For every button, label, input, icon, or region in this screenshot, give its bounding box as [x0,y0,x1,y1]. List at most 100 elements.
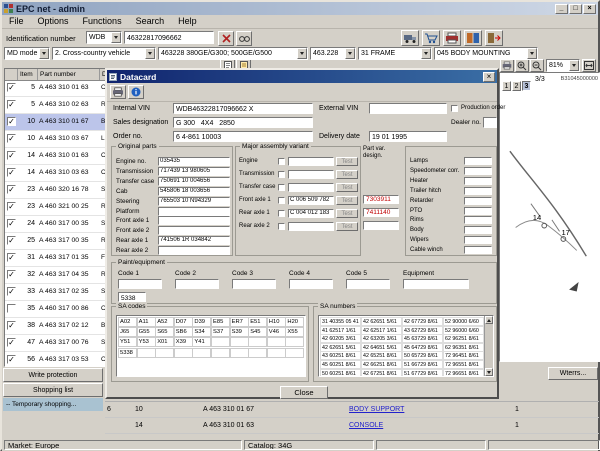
print-button[interactable] [443,30,461,46]
code-5-field[interactable] [346,279,390,289]
row-checkbox[interactable]: ✓ [7,100,16,109]
page-button-1[interactable]: 1 [502,81,511,91]
type-combo[interactable]: 463.228 [310,47,356,60]
dropdown-button[interactable] [145,48,155,59]
paint-code-value-field[interactable]: 5338 [118,292,146,302]
table-row[interactable]: ✓10A 463 310 03 67LE [5,131,106,148]
row-checkbox[interactable]: ✓ [7,355,16,364]
part-var-field-3[interactable]: 7303911 [363,195,399,204]
dropdown-button[interactable] [39,48,49,59]
datacard-close-icon[interactable]: × [483,71,495,82]
part-var-field-5[interactable] [363,221,399,230]
code-1-field[interactable] [118,279,162,289]
rear-axle-1-test-button[interactable]: Test [336,209,358,218]
rims-field[interactable] [464,216,492,225]
front-axle-1-test-button[interactable]: Test [336,196,358,205]
equipment-field[interactable] [403,279,469,289]
dealer-no-field[interactable] [483,117,497,128]
row-checkbox[interactable]: ✓ [7,236,16,245]
table-row[interactable]: ✓56A 463 317 03 53CO [5,352,106,366]
scroll-up-button[interactable] [485,316,493,324]
transmission-field[interactable]: 717439 13 980605 [158,166,230,176]
trailer-hitch-field[interactable] [464,186,492,195]
zoom-out-button[interactable] [530,59,544,72]
minimize-button[interactable]: _ [555,3,568,14]
clear-button[interactable] [218,31,234,46]
table-row[interactable]: ✓10A 463 310 01 67BO [5,114,106,131]
write-protection-button[interactable]: Write protection [3,368,103,382]
pto-field[interactable] [464,206,492,215]
row-checkbox[interactable]: ✓ [7,338,16,347]
vehicle-class-combo[interactable]: 2. Cross-country vehicle [52,47,156,60]
dropdown-button[interactable] [527,48,537,59]
table-row[interactable]: ✓25A 463 317 00 35RE [5,233,106,250]
row-checkbox[interactable]: ✓ [7,253,16,262]
sa-numbers-scrollbar[interactable] [484,316,493,376]
wipers-field[interactable] [464,236,492,245]
row-checkbox[interactable]: ✓ [7,151,16,160]
row-checkbox[interactable]: ✓ [7,168,16,177]
front-axle-1-variant-field[interactable]: C 006 509 782 [288,196,334,205]
page-button-2[interactable]: 2 [512,81,521,91]
rear-axle-2-field[interactable] [158,246,230,256]
rear-axle-2-variant-field[interactable] [288,222,334,231]
part-link[interactable]: BODY SUPPORT [349,406,509,413]
front-axle-1-variant-checkbox[interactable] [278,197,285,204]
table-row[interactable]: ✓31A 463 317 01 35FR [5,250,106,267]
speedometer-corr-field[interactable] [464,166,492,175]
zoom-combo[interactable]: 81% [546,59,580,72]
zoom-in-button[interactable] [515,59,529,72]
table-row[interactable]: ✓23A 460 321 00 25RE [5,199,106,216]
rear-axle-2-variant-checkbox[interactable] [278,223,285,230]
cab-field[interactable]: 545806 18 003656 [158,186,230,196]
row-checkbox[interactable]: ✓ [7,287,16,296]
table-row[interactable]: ✓24A 460 317 00 35SE [5,216,106,233]
transfer-case-variant-field[interactable] [288,183,334,192]
lamps-field[interactable] [464,157,492,165]
datacard-info-button[interactable] [128,85,144,99]
menu-help[interactable]: Help [171,15,204,28]
more-button[interactable]: Wterrs... [548,367,598,380]
close-button[interactable]: × [583,3,596,14]
rear-axle-1-field[interactable]: 741506 1R 034842 [158,236,230,246]
external-vin-field[interactable] [369,103,447,114]
front-axle-1-field[interactable] [158,216,230,226]
subgroup-combo[interactable]: 045 BODY MOUNTING [434,47,538,60]
part-link[interactable]: CONSOLE [349,422,509,429]
engine-test-button[interactable]: Test [336,157,358,166]
vin-input[interactable]: 46322817096662 [124,31,214,44]
cable-winch-field[interactable] [464,246,492,255]
engine-variant-field[interactable] [288,157,334,166]
dropdown-button[interactable] [297,48,307,59]
platform-field[interactable] [158,206,230,216]
code-2-field[interactable] [175,279,219,289]
code-3-field[interactable] [232,279,276,289]
shopping-cart-button[interactable] [422,30,440,46]
viewer-print-button[interactable] [500,59,514,72]
row-checkbox[interactable]: ✓ [7,117,16,126]
table-row[interactable]: ✓47A 463 317 00 76SU [5,335,106,352]
temporary-shopping-item[interactable]: -- Temporary shopping... [3,398,103,411]
menu-file[interactable]: File [2,15,31,28]
transfer-case-variant-checkbox[interactable] [278,184,285,191]
body-field[interactable] [464,226,492,235]
production-order-checkbox[interactable] [451,105,458,112]
menu-functions[interactable]: Functions [76,15,129,28]
page-button-3[interactable]: 3 [522,81,531,91]
table-row[interactable]: ✓14A 463 310 01 63CO [5,148,106,165]
table-row[interactable]: ✓32A 463 317 04 35RE [5,267,106,284]
table-row[interactable]: ✓5A 463 310 01 63CO [5,80,106,97]
order-no-field[interactable]: 6 4-861 10003 [173,131,313,142]
menu-options[interactable]: Options [31,15,76,28]
transfer-case-test-button[interactable]: Test [336,183,358,192]
transfer-case-field[interactable]: 750691 10 004656 [158,176,230,186]
dropdown-button[interactable] [569,60,579,71]
scroll-down-button[interactable] [485,368,493,376]
group-combo[interactable]: 31 FRAME [358,47,432,60]
result-row[interactable]: 6 10 A 463 310 01 67 BODY SUPPORT 1 [105,402,599,418]
table-row[interactable]: ✓33A 463 317 02 35SU [5,284,106,301]
transmission-variant-checkbox[interactable] [278,171,285,178]
table-row[interactable]: ✓5A 463 310 02 63RE [5,97,106,114]
catalog-button[interactable] [464,30,482,46]
row-checkbox[interactable]: ✓ [7,219,16,228]
